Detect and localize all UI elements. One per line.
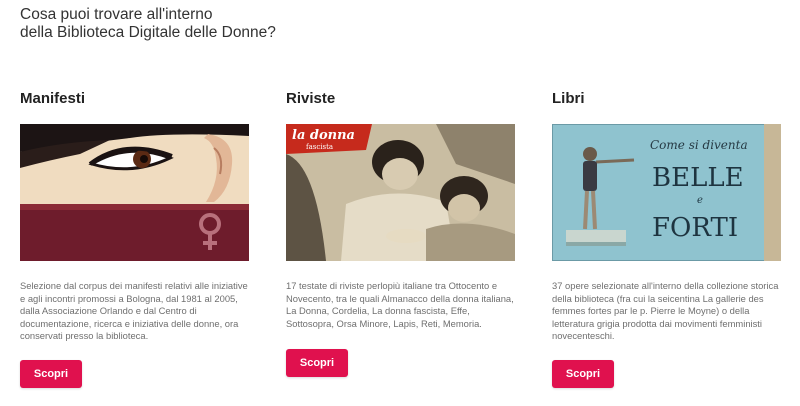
book-cover-title-2: FORTI [652, 213, 738, 243]
heading-line-1: Cosa puoi trovare all'interno [20, 6, 213, 23]
card-libri: Libri Come si diventa BELLE e FORTI 37 o… [552, 90, 782, 388]
masthead-text: la donna [292, 128, 355, 143]
masthead-subtext: fascista [306, 143, 333, 151]
card-title: Manifesti [20, 90, 86, 107]
card-description: 37 opere selezionate all'interno della c… [552, 280, 779, 342]
card-description: Selezione dal corpus dei manifesti relat… [20, 280, 248, 342]
manifesti-poster-illustration [20, 124, 249, 261]
libri-book-cover: Come si diventa BELLE e FORTI [552, 124, 781, 261]
scopri-button-libri[interactable]: Scopri [552, 360, 614, 388]
book-cover-conjunction: e [697, 195, 703, 206]
book-cover-title-1: BELLE [652, 163, 744, 193]
card-description: 17 testate di riviste perlopiù italiane … [286, 280, 514, 329]
riviste-magazine-photo: la donna fascista [286, 124, 515, 261]
scopri-button-riviste[interactable]: Scopri [286, 349, 348, 377]
libri-image: Come si diventa BELLE e FORTI [552, 124, 781, 261]
scopri-button-manifesti[interactable]: Scopri [20, 360, 82, 388]
manifesti-image [20, 124, 249, 261]
heading-line-2: della Biblioteca Digitale delle Donne? [20, 24, 276, 41]
card-manifesti: Manifesti Selezione dal corpus dei manif… [20, 90, 250, 388]
riviste-image: la donna fascista [286, 124, 515, 261]
section-heading: Cosa puoi trovare all'interno della Bibl… [20, 6, 276, 42]
card-riviste: Riviste la donna fascista 17 testate di … [286, 90, 516, 377]
book-cover-subtitle: Come si diventa [650, 138, 748, 152]
card-title: Libri [552, 90, 585, 107]
card-title: Riviste [286, 90, 336, 107]
